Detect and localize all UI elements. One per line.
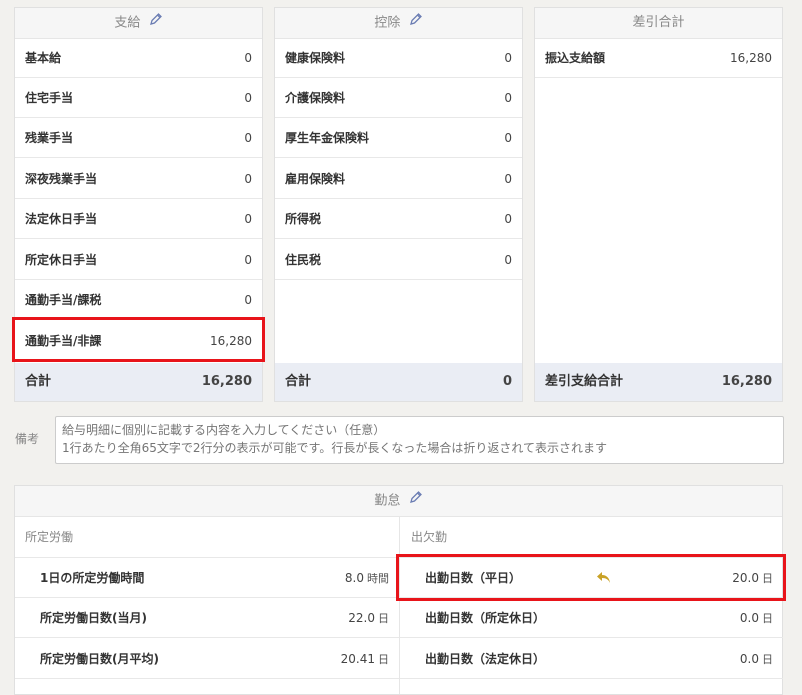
- row-label: 振込支給額: [545, 51, 606, 65]
- row-label: 通勤手当/課税: [25, 293, 102, 307]
- row-label: 所定労働日数(月平均): [40, 652, 159, 666]
- row-value: 0: [504, 253, 512, 267]
- row-label: 厚生年金保険料: [285, 131, 370, 145]
- row-value: 0: [504, 212, 512, 226]
- row-value: 0: [504, 172, 512, 186]
- shikyu-row: 深夜残業手当 0: [15, 159, 262, 199]
- shotei-row: 所定労働日数(月平均) 20.41 日: [15, 639, 399, 679]
- row-label: 基本給: [25, 51, 62, 65]
- shikyu-row: 法定休日手当 0: [15, 199, 262, 239]
- kojo-row: 厚生年金保険料 0: [275, 118, 522, 158]
- row-label: 深夜残業手当: [25, 172, 98, 186]
- kintai-title: 勤怠: [374, 493, 401, 509]
- kojo-title: 控除: [374, 15, 401, 31]
- row-value: 0: [244, 212, 252, 226]
- total-label: 合計: [285, 374, 312, 389]
- kojo-row: 雇用保険料 0: [275, 159, 522, 199]
- shikyu-row: 通勤手当/課税 0: [15, 280, 262, 320]
- bikou-label: 備考: [15, 432, 40, 446]
- total-label: 差引支給合計: [545, 374, 624, 389]
- value-number: 22.0: [348, 611, 375, 625]
- kojo-header: 控除: [275, 8, 522, 39]
- value-number: 0.0: [739, 611, 759, 625]
- kojo-panel: 控除 健康保険料 0 介護保険料 0 厚生年金保険料 0 雇用保険料 0 所得税 0 住民…: [274, 7, 523, 402]
- highlight-box: [396, 554, 786, 601]
- bikou-textarea[interactable]: [55, 416, 784, 464]
- sashihiki-total-row: 差引支給合計 16,280: [535, 363, 782, 401]
- value-unit: 日: [762, 653, 773, 666]
- row-value: 0.0 日: [740, 598, 773, 639]
- row-label: 所定労働日数(当月): [40, 611, 147, 625]
- shukketsu-row: 出勤日数（法定休日） 0.0 日: [400, 639, 783, 679]
- row-value: 20.41 日: [341, 639, 389, 680]
- kojo-total-row: 合計 0: [275, 363, 522, 401]
- shikyu-row: 基本給 0: [15, 38, 262, 78]
- sashihiki-title: 差引合計: [632, 15, 685, 30]
- shikyu-title: 支給: [114, 15, 141, 31]
- pencil-icon[interactable]: [149, 8, 163, 38]
- highlight-box: [12, 317, 265, 362]
- row-value: 0: [244, 131, 252, 145]
- total-value: 16,280: [201, 374, 252, 389]
- row-value: 0: [244, 293, 252, 307]
- row-label: 所定休日手当: [25, 253, 98, 267]
- row-label: 1日の所定労働時間: [40, 571, 145, 585]
- row-label: 住宅手当: [25, 91, 74, 105]
- shukketsu-row: 出勤日数（所定休日） 0.0 日: [400, 598, 783, 638]
- row-value: 8.0 時間: [345, 558, 389, 599]
- kojo-row: 所得税 0: [275, 199, 522, 239]
- shikyu-total-row: 合計 16,280: [15, 363, 262, 401]
- row-label: 住民税: [285, 253, 322, 267]
- row-value: 0: [504, 51, 512, 65]
- value-number: 0.0: [739, 652, 759, 666]
- row-value: 0: [244, 51, 252, 65]
- row-value: 0: [504, 91, 512, 105]
- shikyu-header: 支給: [15, 8, 262, 39]
- pencil-icon[interactable]: [409, 486, 423, 516]
- sashihiki-row: 振込支給額 16,280: [535, 38, 782, 78]
- total-label: 合計: [25, 374, 52, 389]
- value-unit: 時間: [367, 572, 389, 585]
- row-label: 出勤日数（所定休日）: [425, 611, 546, 625]
- value-unit: 日: [378, 653, 389, 666]
- row-label: 残業手当: [25, 131, 74, 145]
- row-label: 出勤日数（法定休日）: [425, 652, 546, 666]
- value-unit: 日: [762, 612, 773, 625]
- row-label: 介護保険料: [285, 91, 346, 105]
- sashihiki-panel: 差引合計 振込支給額 16,280 差引支給合計 16,280: [534, 7, 783, 402]
- shikyu-row: 残業手当 0: [15, 118, 262, 158]
- shotei-title: 所定労働: [25, 530, 74, 544]
- value-unit: 日: [378, 612, 389, 625]
- row-value: 16,280: [730, 51, 772, 65]
- sashihiki-header: 差引合計: [535, 8, 782, 39]
- row-value: 0: [244, 253, 252, 267]
- total-value: 0: [502, 374, 512, 389]
- total-value: 16,280: [721, 374, 772, 389]
- value-number: 8.0: [344, 571, 364, 585]
- kojo-row: 住民税 0: [275, 240, 522, 280]
- pencil-icon[interactable]: [409, 8, 423, 38]
- shotei-row: 1日の所定労働時間 8.0 時間: [15, 558, 399, 598]
- shukketsu-title: 出欠勤: [411, 530, 448, 544]
- row-value: 0: [244, 91, 252, 105]
- kojo-row: 健康保険料 0: [275, 38, 522, 78]
- row-label: 所得税: [285, 212, 322, 226]
- kojo-row: 介護保険料 0: [275, 78, 522, 118]
- value-number: 20.41: [340, 652, 375, 666]
- row-label: 雇用保険料: [285, 172, 346, 186]
- row-value: 22.0 日: [348, 598, 389, 639]
- shikyu-row: 住宅手当 0: [15, 78, 262, 118]
- shotei-row: 所定労働日数(当月) 22.0 日: [15, 598, 399, 638]
- row-label: 健康保険料: [285, 51, 346, 65]
- row-value: 0: [244, 172, 252, 186]
- row-label: 法定休日手当: [25, 212, 98, 226]
- row-value: 0: [504, 131, 512, 145]
- row-value: 0.0 日: [740, 639, 773, 680]
- shikyu-row: 所定休日手当 0: [15, 240, 262, 280]
- kintai-header: 勤怠: [15, 486, 782, 517]
